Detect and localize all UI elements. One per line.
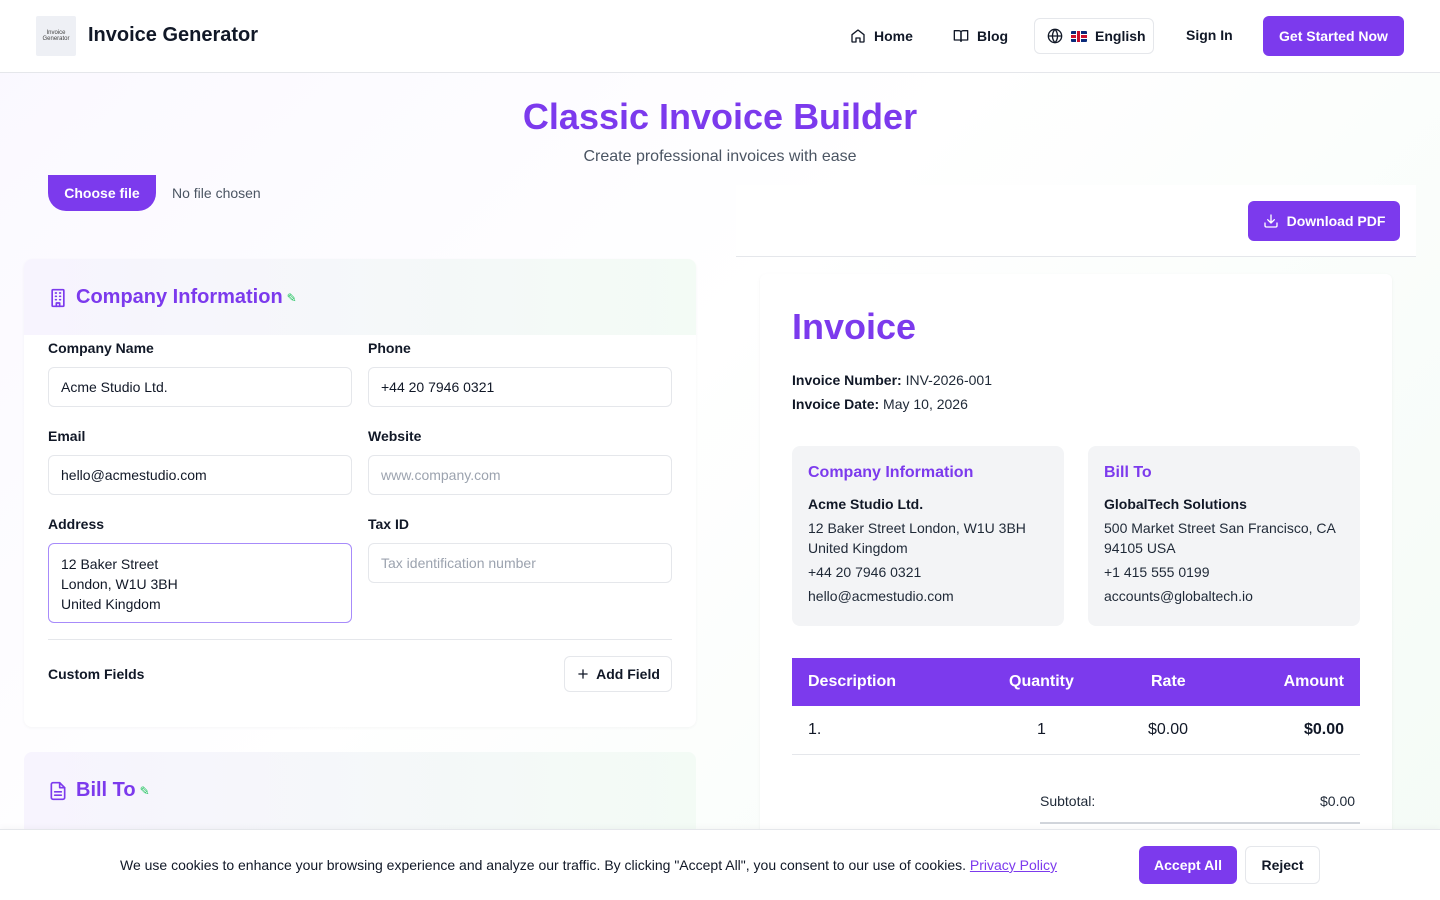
preview-billto-name: GlobalTech Solutions xyxy=(1104,496,1247,512)
preview-billto-email: accounts@globaltech.io xyxy=(1104,588,1253,604)
brand-name[interactable]: Invoice Generator xyxy=(88,24,258,47)
page-title: Classic Invoice Builder xyxy=(522,96,918,137)
preview-company-phone: +44 20 7946 0321 xyxy=(808,564,922,580)
company-name-input[interactable]: Acme Studio Ltd. xyxy=(48,367,352,407)
privacy-policy-link[interactable]: Privacy Policy xyxy=(970,857,1057,873)
accept-all-button[interactable]: Accept All xyxy=(1139,846,1237,884)
bill-to-title-text: Bill To xyxy=(76,779,136,801)
preview-company-email: hello@acmestudio.com xyxy=(808,588,954,604)
cookie-message: We use cookies to enhance your browsing … xyxy=(120,857,966,873)
invoice-number-label: Invoice Number: xyxy=(792,372,902,388)
table-row: 1. 1 $0.00 $0.00 xyxy=(792,706,1360,755)
cookie-text: We use cookies to enhance your browsing … xyxy=(120,857,1057,873)
col-quantity: Quantity xyxy=(1009,673,1074,690)
company-info-title: Company Information ✎ xyxy=(48,286,297,309)
download-pdf-label: Download PDF xyxy=(1286,213,1386,229)
preview-billto-box: Bill To GlobalTech Solutions 500 Market … xyxy=(1088,446,1360,626)
invoice-date: Invoice Date: May 10, 2026 xyxy=(792,396,968,412)
company-info-title-text: Company Information xyxy=(76,286,283,308)
phone-input[interactable]: +44 20 7946 0321 xyxy=(368,367,672,407)
nav-home-label: Home xyxy=(874,28,913,44)
download-icon xyxy=(1263,214,1278,228)
building-icon xyxy=(51,288,65,307)
subtotal-value: $0.00 xyxy=(1320,793,1356,809)
preview-company-box: Company Information Acme Studio Ltd. 12 … xyxy=(792,446,1064,626)
logo-text: Invoice Generator xyxy=(42,30,70,42)
nav-blog-label: Blog xyxy=(977,28,1009,44)
invoice-date-label: Invoice Date: xyxy=(792,396,880,412)
page-subtitle: Create professional invoices with ease xyxy=(583,148,857,165)
row-description: 1. xyxy=(808,721,822,738)
website-input[interactable]: www.company.com xyxy=(368,455,672,495)
nav-blog-link[interactable]: Blog xyxy=(953,24,1008,48)
home-icon xyxy=(851,29,865,43)
row-amount: $0.00 xyxy=(1303,721,1344,738)
choose-file-button[interactable]: Choose file xyxy=(48,175,156,211)
plus-icon xyxy=(578,669,588,679)
pencil-icon[interactable]: ✎ xyxy=(287,291,297,305)
company-name-label: Company Name xyxy=(48,340,154,356)
uk-flag-icon xyxy=(1071,30,1087,42)
invoice-title: Invoice xyxy=(792,306,917,347)
divider xyxy=(48,639,672,640)
top-navbar: Invoice Generator Invoice Generator Home… xyxy=(0,0,1440,73)
cookie-banner: We use cookies to enhance your browsing … xyxy=(0,829,1440,900)
subtotal-label: Subtotal: xyxy=(1040,793,1096,809)
row-rate: $0.00 xyxy=(1148,721,1189,738)
subtotal-divider xyxy=(1040,822,1360,824)
phone-label: Phone xyxy=(368,340,411,356)
language-label: English xyxy=(1095,28,1146,44)
taxid-label: Tax ID xyxy=(368,516,409,532)
add-field-label: Add Field xyxy=(596,666,660,682)
row-quantity: 1 xyxy=(1037,721,1046,738)
email-label: Email xyxy=(48,428,86,444)
logo[interactable]: Invoice Generator xyxy=(36,16,76,56)
preview-billto-phone: +1 415 555 0199 xyxy=(1104,564,1210,580)
reject-button[interactable]: Reject xyxy=(1245,846,1320,884)
nav-home-link[interactable]: Home xyxy=(850,24,913,48)
add-field-button[interactable]: Add Field xyxy=(564,656,672,692)
col-amount: Amount xyxy=(1283,673,1344,690)
document-icon xyxy=(50,781,66,800)
company-info-card: Company Information ✎ Company Name Acme … xyxy=(24,259,696,727)
col-description: Description xyxy=(808,673,897,690)
preview-billto-title: Bill To xyxy=(1104,464,1152,481)
invoice-date-value: May 10, 2026 xyxy=(883,396,968,412)
preview-company-address: 12 Baker Street London, W1U 3BH United K… xyxy=(808,520,1026,556)
get-started-button[interactable]: Get Started Now xyxy=(1263,16,1404,56)
invoice-number: Invoice Number: INV-2026-001 xyxy=(792,372,992,388)
taxid-input[interactable]: Tax identification number xyxy=(368,543,672,583)
pencil-icon[interactable]: ✎ xyxy=(140,784,150,798)
email-input[interactable]: hello@acmestudio.com xyxy=(48,455,352,495)
preview-billto-address: 500 Market Street San Francisco, CA 9410… xyxy=(1104,520,1336,556)
address-label: Address xyxy=(48,516,105,532)
address-textarea[interactable]: 12 Baker Street London, W1U 3BH United K… xyxy=(48,543,352,623)
sign-in-link[interactable]: Sign In xyxy=(1186,27,1233,43)
col-rate: Rate xyxy=(1151,673,1186,690)
preview-company-title: Company Information xyxy=(808,464,974,481)
globe-icon xyxy=(1047,28,1063,44)
invoice-number-value: INV-2026-001 xyxy=(905,372,992,388)
invoice-preview: Invoice Invoice Number: INV-2026-001 Inv… xyxy=(760,274,1392,874)
book-icon xyxy=(953,30,969,42)
download-pdf-button[interactable]: Download PDF xyxy=(1248,201,1400,241)
preview-toolbar: Download PDF xyxy=(736,185,1416,257)
custom-fields-label: Custom Fields xyxy=(48,666,145,682)
items-table-header: Description Quantity Rate Amount xyxy=(792,658,1360,706)
language-selector[interactable]: English xyxy=(1034,18,1154,54)
website-label: Website xyxy=(368,428,422,444)
preview-company-name: Acme Studio Ltd. xyxy=(808,496,924,512)
file-status-text: No file chosen xyxy=(172,185,261,201)
bill-to-title: Bill To ✎ xyxy=(48,779,150,802)
